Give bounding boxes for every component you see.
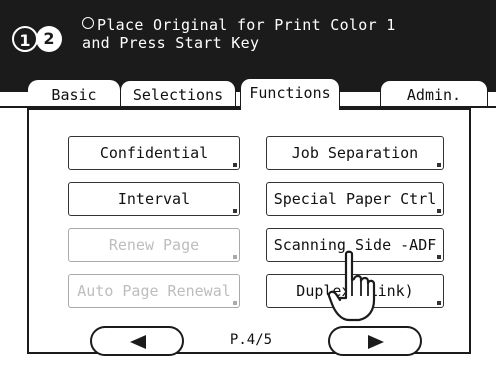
drum-1-badge: 1 <box>12 26 38 52</box>
next-page-button[interactable] <box>328 326 422 356</box>
tab-admin[interactable]: Admin. <box>380 80 488 106</box>
status-line-1: Place Original for Print Color 1 <box>97 16 396 34</box>
left-triangle-icon <box>130 335 146 349</box>
right-triangle-icon <box>368 335 384 349</box>
page-indicator: P.4/5 <box>229 332 273 348</box>
confidential-button[interactable]: Confidential <box>68 136 240 170</box>
drum-2-badge: 2 <box>36 26 62 52</box>
status-message: Place Original for Print Color 1 and Pre… <box>82 16 396 52</box>
job-separation-button[interactable]: Job Separation <box>266 136 444 170</box>
color-drum-badges: 1 2 <box>12 26 66 54</box>
hand-pointer-icon <box>328 250 376 322</box>
status-line-2: and Press Start Key <box>82 34 260 52</box>
tab-functions[interactable]: Functions <box>240 78 340 110</box>
interval-button[interactable]: Interval <box>68 182 240 216</box>
tab-basic[interactable]: Basic <box>28 80 120 106</box>
renew-page-button[interactable]: Renew Page <box>68 228 240 262</box>
bullet-circle-icon <box>82 17 94 29</box>
previous-page-button[interactable] <box>90 326 184 356</box>
auto-page-renewal-button[interactable]: Auto Page Renewal <box>68 274 240 308</box>
special-paper-ctrl-button[interactable]: Special Paper Ctrl <box>266 182 444 216</box>
tab-selections[interactable]: Selections <box>120 80 236 106</box>
control-panel-screen: 1 2 Place Original for Print Color 1 and… <box>0 0 496 378</box>
